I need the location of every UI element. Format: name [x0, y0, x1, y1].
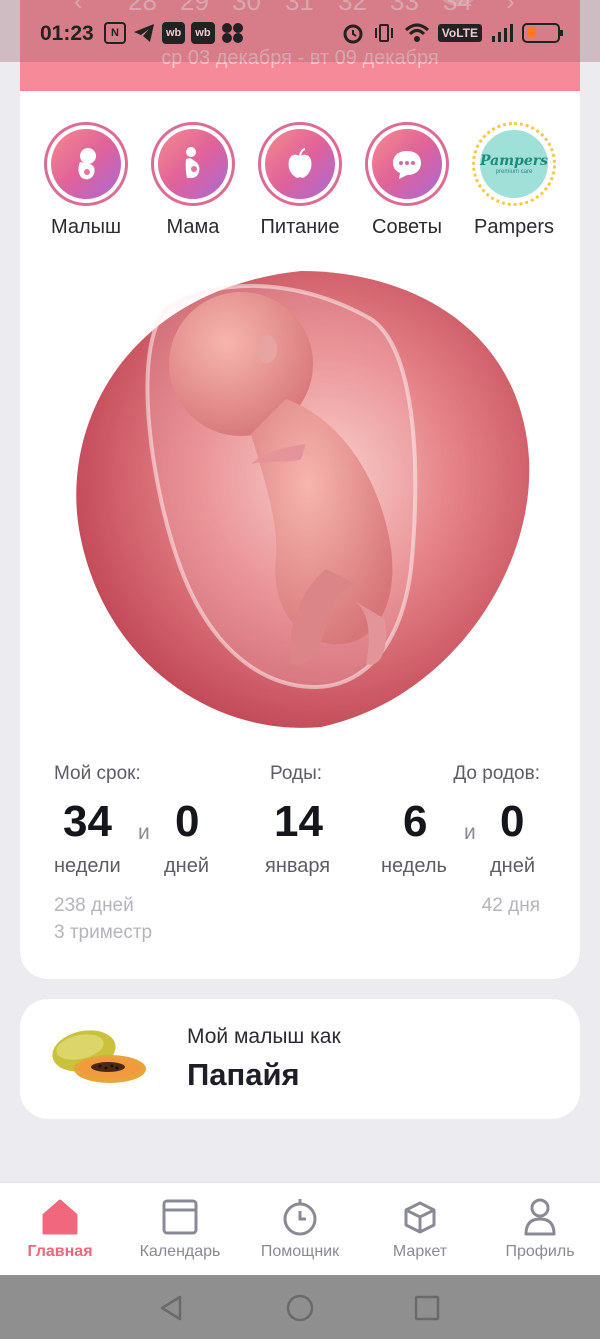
baby-size-caption: Мой малыш как: [187, 1025, 341, 1048]
chat-bubble-icon: [393, 151, 421, 179]
category-tips-label: Советы: [372, 216, 442, 238]
nfc-icon: N: [104, 22, 126, 44]
notification-icons: N wb wb: [104, 22, 245, 44]
term-weeks-unit: недели: [54, 855, 121, 877]
vibrate-icon: [374, 24, 393, 42]
apple-icon: [288, 148, 312, 178]
birth-month: января: [265, 855, 331, 877]
category-tips[interactable]: Советы: [353, 122, 461, 239]
wb-icon: wb: [162, 22, 186, 44]
category-shortcuts: Малыш Мама Питание Советы Pampers premiu…: [20, 122, 580, 252]
term-total-days: 238 дней: [54, 895, 134, 916]
category-mother[interactable]: Мама: [139, 122, 247, 239]
pregnancy-overview-card: Малыш Мама Питание Советы Pampers premiu…: [20, 91, 580, 979]
remaining-caption: До родов:: [453, 763, 540, 784]
nav-home-label: Главная: [27, 1243, 93, 1260]
system-icons: VoLTE: [342, 22, 563, 44]
nav-market-label: Маркет: [392, 1243, 448, 1260]
nav-calendar[interactable]: Календарь: [120, 1183, 240, 1276]
category-pampers-label: Pampers: [473, 216, 555, 238]
nav-calendar-label: Календарь: [139, 1243, 221, 1260]
apps-icon: [221, 23, 243, 43]
nav-home[interactable]: Главная: [0, 1183, 120, 1276]
nav-profile[interactable]: Профиль: [480, 1183, 600, 1276]
term-caption: Мой срок:: [54, 763, 141, 784]
calendar-icon: [162, 1199, 198, 1235]
back-icon[interactable]: [156, 1293, 186, 1323]
birth-caption: Роды:: [270, 763, 323, 784]
battery-icon: [522, 23, 563, 43]
alarm-icon: [343, 24, 363, 44]
remaining-weeks-value: 6: [403, 797, 428, 846]
pregnancy-stats: Мой срок: Роды: До родов: 34 и 0 14 6 и …: [20, 763, 580, 963]
remaining-weeks-unit: недель: [381, 855, 447, 877]
trimester: 3 триместр: [54, 922, 153, 943]
category-pampers[interactable]: Pampers premium care Pampers: [460, 122, 568, 239]
system-navigation-bar: [0, 1275, 600, 1339]
volte-badge: VoLTE: [437, 24, 482, 42]
category-baby[interactable]: Малыш: [32, 122, 140, 239]
fetus-illustration: [76, 271, 530, 728]
box-icon: [404, 1201, 436, 1234]
nav-assistant-label: Помощник: [260, 1243, 340, 1260]
stopwatch-icon: [283, 1199, 317, 1236]
category-nutrition-label: Питание: [260, 216, 340, 238]
nav-profile-label: Профиль: [505, 1243, 575, 1260]
recents-icon[interactable]: [412, 1293, 442, 1323]
term-and: и: [138, 821, 150, 844]
home-icon: [42, 1199, 78, 1235]
nav-market[interactable]: Маркет: [360, 1183, 480, 1276]
profile-icon: [524, 1198, 556, 1236]
baby-icon: [78, 148, 96, 180]
nav-assistant[interactable]: Помощник: [240, 1183, 360, 1276]
remaining-days-value: 0: [500, 797, 525, 846]
remaining-and: и: [464, 821, 476, 844]
status-bar: 01:23 N wb wb VoLTE: [0, 0, 600, 62]
wb-icon-2: wb: [191, 22, 215, 44]
baby-size-card[interactable]: Мой малыш как Папайя: [20, 999, 580, 1119]
wifi-icon: [404, 23, 429, 42]
category-baby-label: Малыш: [50, 216, 122, 238]
telegram-icon: [134, 24, 154, 42]
birth-day-value: 14: [274, 797, 323, 846]
pregnant-mother-icon: [185, 147, 200, 178]
remaining-total-days: 42 дня: [481, 895, 540, 916]
category-mother-label: Мама: [166, 216, 220, 238]
remaining-days-unit: дней: [490, 855, 536, 877]
bottom-navigation: Главная Календарь Помощник Маркет Профил…: [0, 1182, 600, 1275]
term-weeks-value: 34: [63, 797, 112, 846]
clock: 01:23: [40, 22, 94, 45]
term-days-unit: дней: [164, 855, 210, 877]
category-nutrition[interactable]: Питание: [246, 122, 354, 239]
baby-size-fruit: Папайя: [187, 1057, 300, 1092]
pampers-logo: Pampers premium care: [480, 130, 548, 198]
term-days-value: 0: [175, 797, 200, 846]
papaya-icon: [52, 1030, 146, 1083]
signal-icon: [492, 24, 513, 42]
home-button-icon[interactable]: [285, 1293, 315, 1323]
